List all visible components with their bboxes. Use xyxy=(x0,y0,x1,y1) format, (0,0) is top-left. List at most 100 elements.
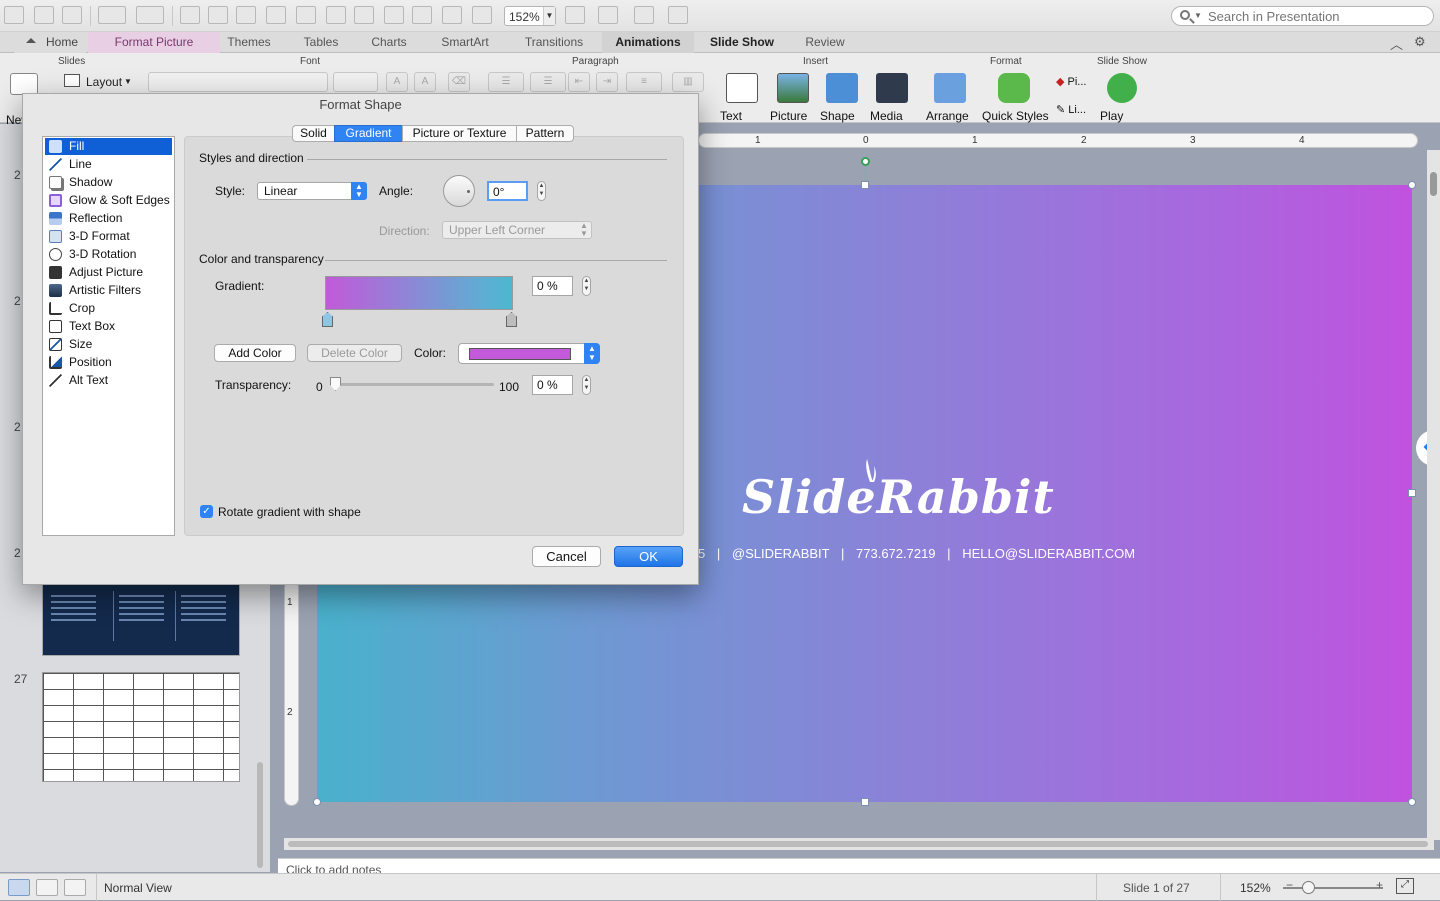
guides-icon[interactable] xyxy=(634,6,654,24)
quick-styles-button[interactable]: Quick Styles xyxy=(982,73,1049,123)
templates-icon[interactable] xyxy=(34,6,54,24)
rotation-handle[interactable] xyxy=(861,157,870,166)
layout-button[interactable]: Layout ▼ xyxy=(62,72,136,92)
color-picker[interactable]: ▲ ▼ xyxy=(458,343,600,364)
ruler-icon[interactable] xyxy=(668,6,688,24)
insert-text-button[interactable]: Text xyxy=(720,73,764,123)
insert-shape-button[interactable]: Shape xyxy=(820,73,864,123)
category-fill[interactable]: Fill xyxy=(45,138,172,155)
shape-line-button[interactable]: ✎ Li... xyxy=(1056,103,1086,116)
tab-charts[interactable]: Charts xyxy=(360,32,418,53)
style-select[interactable]: Linear ▲ ▼ xyxy=(257,182,367,200)
category-3d-format[interactable]: 3-D Format xyxy=(45,228,172,245)
bring-forward-icon[interactable] xyxy=(442,6,462,24)
zoom-slider-knob[interactable] xyxy=(1302,881,1315,894)
indent-icon[interactable] xyxy=(354,6,374,24)
delete-color-button[interactable]: Delete Color xyxy=(307,344,402,362)
numbering-icon[interactable]: ☰ xyxy=(530,72,566,92)
tab-picture-or-texture[interactable]: Picture or Texture xyxy=(402,125,517,142)
ungroup-icon[interactable] xyxy=(412,6,432,24)
bullets-icon[interactable]: ☰ xyxy=(488,72,524,92)
thumbnails-scrollbar[interactable] xyxy=(257,762,263,868)
font-name-select[interactable] xyxy=(148,72,328,92)
resize-handle-top-right[interactable] xyxy=(1408,181,1416,189)
category-artistic-filters[interactable]: Artistic Filters xyxy=(45,282,172,299)
resize-handle-bottom-left[interactable] xyxy=(313,798,321,806)
direction-select[interactable]: Upper Left Corner ▲ ▼ xyxy=(442,221,592,239)
category-position[interactable]: Position xyxy=(45,354,172,371)
zoom-slider[interactable] xyxy=(1283,887,1383,889)
horizontal-scrollbar[interactable] xyxy=(284,838,1434,850)
shape-fill-button[interactable]: ◆ Pi... xyxy=(1056,75,1086,88)
stop-position-input[interactable]: 0 % xyxy=(532,276,573,296)
fit-to-window-icon[interactable]: ⤢ xyxy=(1396,878,1414,894)
category-crop[interactable]: Crop xyxy=(45,300,172,317)
tab-animations[interactable]: Animations xyxy=(602,32,694,53)
gradient-preview-bar[interactable] xyxy=(325,276,513,310)
insert-media-button[interactable]: Media xyxy=(870,73,914,123)
bullets-icon[interactable] xyxy=(326,6,346,24)
rectangle-icon[interactable] xyxy=(266,6,286,24)
ok-button[interactable]: OK xyxy=(614,546,683,567)
redo-icon[interactable] xyxy=(136,6,164,24)
open-icon[interactable] xyxy=(62,6,82,24)
gear-icon[interactable]: ⚙ xyxy=(1414,34,1426,50)
slide-thumbnail-26[interactable] xyxy=(42,584,240,656)
eyedropper-icon[interactable] xyxy=(236,6,256,24)
resize-handle-right[interactable] xyxy=(1408,489,1416,497)
collapse-ribbon-icon[interactable]: ︿ xyxy=(1390,34,1403,53)
tab-tables[interactable]: Tables xyxy=(290,32,352,53)
increase-font-icon[interactable]: A xyxy=(386,72,408,92)
play-button[interactable]: Play xyxy=(1100,73,1144,123)
zoom-select[interactable]: 152% ▼ xyxy=(504,6,556,26)
resize-handle-bottom-right[interactable] xyxy=(1408,798,1416,806)
angle-dial[interactable] xyxy=(443,175,475,207)
zoom-out-icon[interactable]: − xyxy=(1286,878,1293,892)
columns-icon[interactable]: ▥ xyxy=(672,72,704,92)
category-size[interactable]: Size xyxy=(45,336,172,353)
rotate-gradient-checkbox[interactable]: ✓ xyxy=(200,505,213,518)
category-text-box[interactable]: Text Box xyxy=(45,318,172,335)
vertical-scrollbar[interactable] xyxy=(1427,150,1440,840)
category-adjust-picture[interactable]: Adjust Picture xyxy=(45,264,172,281)
new-presentation-icon[interactable] xyxy=(4,6,24,24)
tab-solid[interactable]: Solid xyxy=(292,125,335,142)
resize-handle-bottom[interactable] xyxy=(861,798,869,806)
transparency-input[interactable]: 0 % xyxy=(532,375,573,395)
undo-icon[interactable] xyxy=(98,6,126,24)
normal-view-icon[interactable] xyxy=(8,879,30,896)
clear-format-icon[interactable]: ⌫ xyxy=(448,72,470,92)
arrange-button[interactable]: Arrange xyxy=(926,73,974,123)
category-reflection[interactable]: Reflection xyxy=(45,210,172,227)
tab-transitions[interactable]: Transitions xyxy=(512,32,596,53)
notes-pane[interactable]: Click to add notes xyxy=(278,858,1440,873)
angle-input[interactable]: 0° xyxy=(487,181,528,201)
tab-review[interactable]: Review xyxy=(794,32,856,53)
scroll-thumb[interactable] xyxy=(1430,172,1437,196)
insert-picture-button[interactable]: Picture xyxy=(770,73,816,123)
increase-indent-icon[interactable]: ⇥ xyxy=(596,72,618,92)
tab-themes[interactable]: Themes xyxy=(218,32,280,53)
category-3d-rotation[interactable]: 3-D Rotation xyxy=(45,246,172,263)
tab-smartart[interactable]: SmartArt xyxy=(430,32,500,53)
presenter-view-icon[interactable] xyxy=(64,879,86,896)
zoom-in-icon[interactable]: + xyxy=(1376,878,1383,892)
resize-handle-top[interactable] xyxy=(861,181,869,189)
search-input[interactable] xyxy=(1208,9,1428,24)
send-backward-icon[interactable] xyxy=(472,6,492,24)
group-icon[interactable] xyxy=(384,6,404,24)
fit-icon[interactable] xyxy=(565,6,585,24)
tab-slide-show[interactable]: Slide Show xyxy=(700,32,784,53)
tab-format-picture[interactable]: Format Picture xyxy=(88,32,220,53)
tab-gradient[interactable]: Gradient xyxy=(334,125,403,142)
tab-pattern[interactable]: Pattern xyxy=(516,125,574,142)
new-slide-icon[interactable] xyxy=(180,6,200,24)
cancel-button[interactable]: Cancel xyxy=(532,546,601,567)
search-field[interactable]: ▼ xyxy=(1171,6,1434,26)
decrease-indent-icon[interactable]: ⇤ xyxy=(568,72,590,92)
grid-icon[interactable] xyxy=(598,6,618,24)
angle-stepper[interactable]: ▲ ▼ xyxy=(537,181,546,201)
stop-position-stepper[interactable]: ▲ ▼ xyxy=(582,276,591,296)
tab-home[interactable]: Home xyxy=(14,32,86,53)
format-painter-icon[interactable] xyxy=(208,6,228,24)
